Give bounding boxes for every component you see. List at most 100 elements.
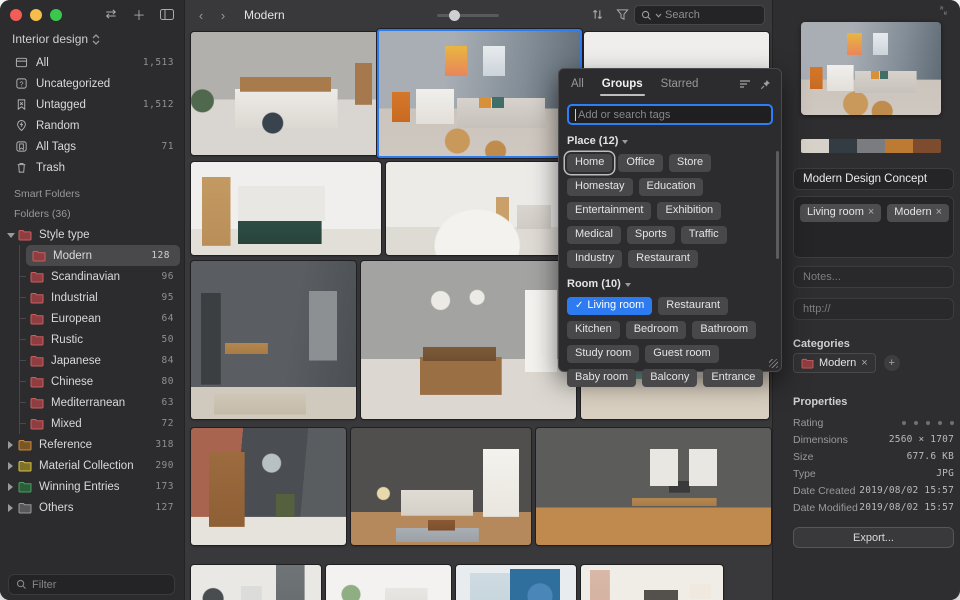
folder-chinese[interactable]: Chinese 80: [20, 371, 184, 392]
filter-funnel-icon[interactable]: [616, 8, 629, 21]
folder-industrial[interactable]: Industrial 95: [20, 287, 184, 308]
tag-search-input[interactable]: Add or search tags: [567, 104, 773, 125]
tag-chip-traffic[interactable]: Traffic: [681, 226, 727, 244]
tag-group-place[interactable]: Place (12): [567, 135, 773, 147]
folder-others[interactable]: Others 127: [0, 497, 184, 518]
image-tag-modern[interactable]: Modern×: [887, 204, 949, 222]
grid-photo-12[interactable]: [536, 428, 771, 545]
folder-modern[interactable]: Modern 128: [26, 245, 180, 266]
switch-library-icon[interactable]: ⇄: [102, 5, 120, 23]
image-tag-living-room[interactable]: Living room×: [800, 204, 881, 222]
notes-input[interactable]: Notes...: [793, 266, 954, 288]
folder-japanese[interactable]: Japanese 84: [20, 350, 184, 371]
expand-caret-icon[interactable]: [6, 462, 14, 470]
expand-caret-icon[interactable]: [6, 483, 14, 491]
folder-winning-entries[interactable]: Winning Entries 173: [0, 476, 184, 497]
forward-icon[interactable]: ›: [216, 8, 230, 23]
tab-groups[interactable]: Groups: [602, 78, 643, 90]
tag-chip-home[interactable]: Home: [567, 154, 612, 172]
grid-photo-10[interactable]: [191, 428, 346, 545]
image-tags-box[interactable]: Living room× Modern×: [793, 196, 954, 258]
palette-swatch[interactable]: [801, 139, 829, 153]
sidebar-item-all[interactable]: All 1,513: [0, 52, 184, 73]
tag-chip-living-room[interactable]: ✓Living room: [567, 297, 652, 315]
tag-chip-homestay[interactable]: Homestay: [567, 178, 633, 196]
tag-chip-balcony[interactable]: Balcony: [642, 369, 697, 387]
tag-chip-entrance[interactable]: Entrance: [703, 369, 763, 387]
folder-style-type[interactable]: Style type: [0, 224, 184, 245]
folder-mediterranean[interactable]: Mediterranean 63: [20, 392, 184, 413]
sidebar-item-uncategorized[interactable]: ? Uncategorized: [0, 73, 184, 94]
tag-chip-bathroom[interactable]: Bathroom: [692, 321, 756, 339]
expand-caret-icon[interactable]: [6, 504, 14, 512]
minimize-window-button[interactable]: [30, 9, 42, 21]
sidebar-toggle-icon[interactable]: [158, 5, 176, 23]
add-category-button[interactable]: +: [884, 355, 900, 371]
selected-image-preview[interactable]: [801, 22, 941, 115]
palette-swatch[interactable]: [829, 139, 857, 153]
tag-chip-bedroom[interactable]: Bedroom: [626, 321, 687, 339]
slider-knob[interactable]: [449, 10, 460, 21]
grid-photo-2-selected[interactable]: [377, 29, 582, 158]
image-title-input[interactable]: Modern Design Concept: [793, 168, 954, 190]
grid-photo-13[interactable]: [191, 565, 321, 600]
grid-photo-8[interactable]: [361, 261, 576, 419]
rating-dots[interactable]: [902, 421, 954, 425]
filter-input[interactable]: Filter: [8, 574, 175, 595]
grid-photo-14[interactable]: [326, 565, 451, 600]
tag-chip-store[interactable]: Store: [669, 154, 711, 172]
palette-swatch[interactable]: [913, 139, 941, 153]
add-icon[interactable]: ＋: [130, 5, 148, 23]
sidebar-item-trash[interactable]: Trash: [0, 157, 184, 178]
folder-material-collection[interactable]: Material Collection 290: [0, 455, 184, 476]
tab-all[interactable]: All: [571, 78, 584, 90]
folder-rustic[interactable]: Rustic 50: [20, 329, 184, 350]
palette-swatch[interactable]: [885, 139, 913, 153]
sidebar-item-random[interactable]: Random: [0, 115, 184, 136]
sort-lines-icon[interactable]: [739, 79, 751, 89]
grid-photo-7[interactable]: [191, 261, 356, 419]
folder-european[interactable]: European 64: [20, 308, 184, 329]
library-selector[interactable]: Interior design: [12, 32, 176, 46]
sidebar-item-all-tags[interactable]: All Tags 71: [0, 136, 184, 157]
tag-chip-exhibition[interactable]: Exhibition: [657, 202, 721, 220]
popup-scrollbar[interactable]: [776, 151, 779, 259]
remove-tag-icon[interactable]: ×: [936, 206, 942, 218]
remove-category-icon[interactable]: ×: [861, 357, 867, 369]
sort-icon[interactable]: [591, 8, 604, 21]
tag-chip-office[interactable]: Office: [618, 154, 663, 172]
tag-chip-kitchen[interactable]: Kitchen: [567, 321, 620, 339]
search-input[interactable]: Search: [634, 5, 765, 25]
grid-photo-11[interactable]: [351, 428, 531, 545]
tag-chip-restaurant-room[interactable]: Restaurant: [658, 297, 728, 315]
collapse-caret-icon[interactable]: [6, 231, 14, 239]
expand-caret-icon[interactable]: [6, 441, 14, 449]
tag-chip-sports[interactable]: Sports: [627, 226, 675, 244]
close-window-button[interactable]: [10, 9, 22, 21]
folder-scandinavian[interactable]: Scandinavian 96: [20, 266, 184, 287]
grid-photo-15[interactable]: [456, 565, 576, 600]
grid-photo-5[interactable]: [386, 162, 576, 255]
palette-swatch[interactable]: [857, 139, 885, 153]
folder-reference[interactable]: Reference 318: [0, 434, 184, 455]
tab-starred[interactable]: Starred: [661, 78, 699, 90]
popup-resize-handle[interactable]: [769, 359, 778, 368]
category-chip-modern[interactable]: Modern ×: [793, 353, 876, 373]
back-icon[interactable]: ‹: [194, 8, 208, 23]
url-input[interactable]: http://: [793, 298, 954, 320]
tag-chip-baby-room[interactable]: Baby room: [567, 369, 636, 387]
tag-chip-medical[interactable]: Medical: [567, 226, 621, 244]
grid-photo-4[interactable]: [191, 162, 381, 255]
thumbnail-size-slider[interactable]: [437, 14, 499, 17]
tag-group-room[interactable]: Room (10): [567, 278, 773, 290]
zoom-window-button[interactable]: [50, 9, 62, 21]
tag-chip-guest-room[interactable]: Guest room: [645, 345, 718, 363]
tag-chip-industry[interactable]: Industry: [567, 250, 622, 268]
pin-icon[interactable]: [760, 79, 771, 90]
export-button[interactable]: Export...: [793, 527, 954, 548]
grid-photo-1[interactable]: [191, 32, 381, 155]
tag-chip-study-room[interactable]: Study room: [567, 345, 639, 363]
folder-mixed[interactable]: Mixed 72: [20, 413, 184, 434]
tag-chip-education[interactable]: Education: [639, 178, 704, 196]
grid-photo-16[interactable]: [581, 565, 723, 600]
